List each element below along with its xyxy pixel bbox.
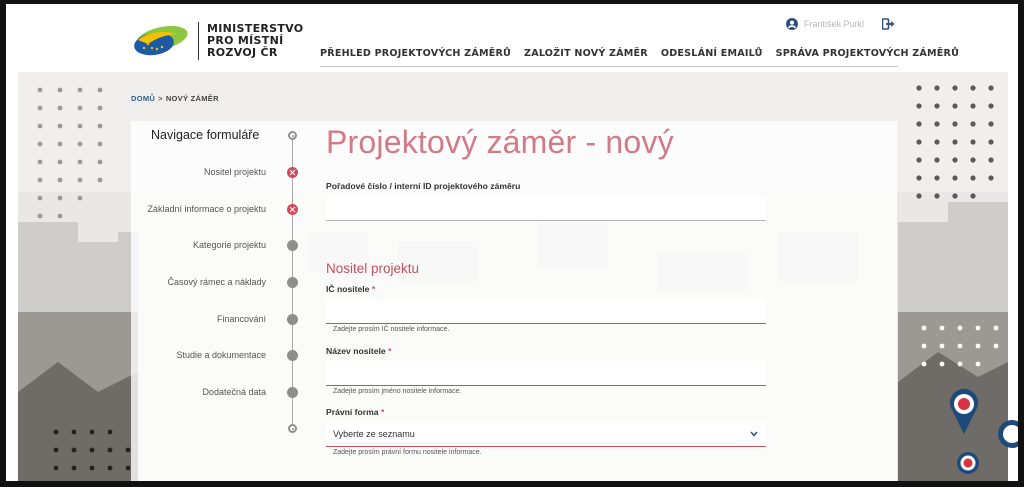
ic-help: Zadejte prosím IČ nositele informace.	[333, 326, 450, 333]
logo-text: MINISTERSTVO PRO MÍSTNÍ ROZVOJ ČR	[207, 23, 303, 59]
legal-form-help: Zadejte prosím právní formu nositele inf…	[333, 449, 482, 456]
dot-pattern-right	[916, 85, 994, 199]
error-marker-icon	[287, 204, 298, 215]
legal-form-label: Právní forma *	[326, 407, 384, 417]
error-marker-icon	[287, 167, 298, 178]
page-title: Projektový záměr - nový	[326, 124, 674, 160]
nav-create-project[interactable]: ZALOŽIT NOVÝ ZÁMĚR	[524, 48, 648, 59]
legal-form-select[interactable]: Vyberte ze seznamu	[326, 422, 766, 447]
map-pin-icon	[950, 388, 978, 434]
form-nav-item-kategorie[interactable]: Kategorie projektu	[193, 240, 266, 250]
form-nav-start-marker	[288, 131, 297, 140]
required-mark: *	[371, 284, 376, 294]
legal-form-selected: Vyberte ze seznamu	[333, 429, 415, 439]
order-number-input[interactable]	[326, 196, 766, 221]
form-nav-item-studie[interactable]: Studie a dokumentace	[176, 350, 266, 360]
app-window: MINISTERSTVO PRO MÍSTNÍ ROZVOJ ČR Franti…	[6, 4, 1018, 481]
logout-icon[interactable]	[882, 18, 896, 30]
step-marker-icon	[287, 277, 298, 288]
breadcrumb-home[interactable]: DOMŮ	[131, 94, 155, 103]
ic-label: IČ nositele *	[326, 284, 375, 294]
nav-send-emails[interactable]: ODESLÁNÍ EMAILŮ	[661, 48, 763, 59]
main-nav: PŘEHLED PROJEKTOVÝCH ZÁMĚRŮ ZALOŽIT NOVÝ…	[320, 48, 959, 59]
required-mark: *	[388, 346, 392, 356]
form-nav-title: Navigace formuláře	[151, 128, 260, 142]
dot-pattern-bottom-right	[921, 325, 999, 367]
name-label: Název nositele *	[326, 346, 391, 356]
map-pin-small-icon	[957, 452, 979, 474]
dot-pattern-left	[37, 87, 103, 219]
step-marker-icon	[287, 387, 298, 398]
user-menu[interactable]: František Purkl	[786, 18, 864, 30]
step-marker-icon	[287, 314, 298, 325]
map-pin-edge-icon	[998, 420, 1018, 448]
form-nav-item-nositel[interactable]: Nositel projektu	[204, 167, 266, 177]
form-nav-item-zakladni-informace[interactable]: Základní informace o projektu	[147, 204, 266, 214]
name-help: Zadejte prosím jméno nositele informace.	[333, 388, 462, 395]
chevron-down-icon	[750, 431, 758, 437]
logo-line-3: ROZVOJ ČR	[207, 46, 278, 59]
nav-manage-projects[interactable]: SPRÁVA PROJEKTOVÝCH ZÁMĚRŮ	[776, 48, 960, 59]
breadcrumb: DOMŮ > NOVÝ ZÁMĚR	[131, 94, 219, 103]
breadcrumb-current: NOVÝ ZÁMĚR	[165, 94, 219, 103]
logo-mark-icon	[134, 25, 188, 56]
required-mark: *	[380, 407, 385, 417]
nav-divider	[320, 66, 898, 67]
name-label-text: Název nositele	[326, 346, 386, 356]
ministry-logo[interactable]: MINISTERSTVO PRO MÍSTNÍ ROZVOJ ČR	[132, 22, 303, 60]
nav-projects-overview[interactable]: PŘEHLED PROJEKTOVÝCH ZÁMĚRŮ	[320, 48, 511, 59]
user-name: František Purkl	[804, 19, 865, 29]
form-nav-item-dodatecna-data[interactable]: Dodatečná data	[202, 387, 266, 397]
section-title-nositel: Nositel projektu	[326, 261, 420, 276]
step-marker-icon	[287, 240, 298, 251]
name-input[interactable]	[326, 361, 766, 386]
breadcrumb-separator: >	[158, 94, 163, 103]
legal-form-label-text: Právní forma	[326, 407, 379, 417]
order-number-label: Pořadové číslo / interní ID projektového…	[326, 181, 521, 191]
form-nav-item-financovani[interactable]: Financování	[217, 314, 266, 324]
logo-divider	[198, 22, 199, 60]
user-icon	[786, 18, 798, 30]
form-nav-item-casovy-ramec[interactable]: Časový rámec a náklady	[167, 277, 266, 287]
form-nav-end-marker	[288, 424, 297, 433]
dot-pattern-bottom-left	[53, 429, 131, 471]
ic-label-text: IČ nositele	[326, 284, 370, 294]
step-marker-icon	[287, 350, 298, 361]
ic-input[interactable]	[326, 299, 766, 324]
